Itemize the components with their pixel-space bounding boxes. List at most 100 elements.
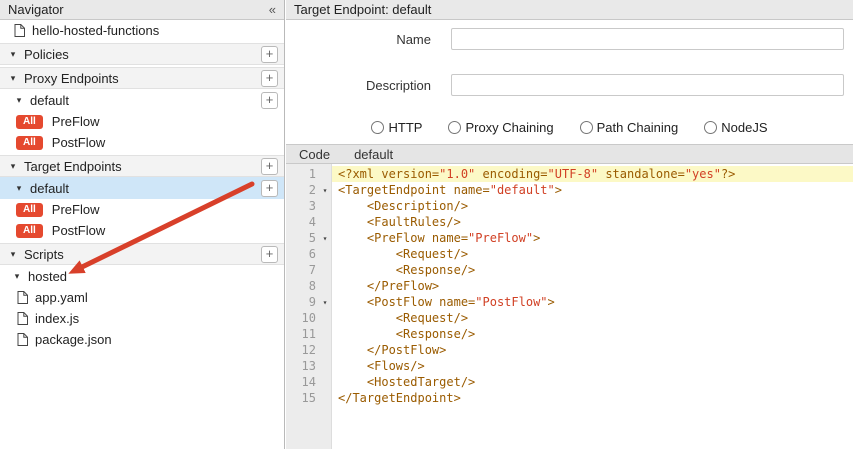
- radio-http[interactable]: HTTP: [371, 120, 422, 135]
- code-lines[interactable]: <?xml version="1.0" encoding="UTF-8" sta…: [332, 164, 853, 449]
- radio-nodejs[interactable]: NodeJS: [704, 120, 767, 135]
- main-header: Target Endpoint: default: [286, 0, 853, 20]
- script-file-app-yaml[interactable]: app.yaml: [0, 287, 284, 308]
- code-line[interactable]: <FaultRules/>: [332, 214, 853, 230]
- fold-toggle-icon[interactable]: ▾: [319, 234, 331, 243]
- condition-badge: All: [16, 136, 43, 150]
- radio-proxy-chaining-input[interactable]: [448, 121, 461, 134]
- name-input[interactable]: [451, 28, 844, 50]
- code-line[interactable]: <Response/>: [332, 262, 853, 278]
- add-proxy-endpoint-button[interactable]: +: [261, 70, 278, 87]
- scripts-folder-hosted-label: hosted: [28, 269, 67, 284]
- gutter-line: 3: [286, 198, 331, 214]
- section-target-endpoints[interactable]: ▾ Target Endpoints +: [0, 155, 284, 177]
- bundle-name: hello-hosted-functions: [32, 23, 159, 38]
- proxy-preflow-label: PreFlow: [52, 114, 100, 129]
- code-line[interactable]: <Request/>: [332, 246, 853, 262]
- code-line[interactable]: <PostFlow name="PostFlow">: [332, 294, 853, 310]
- gutter-line: 14: [286, 374, 331, 390]
- section-proxy-endpoints[interactable]: ▾ Proxy Endpoints +: [0, 67, 284, 89]
- main-panel: Target Endpoint: default Name Descriptio…: [286, 0, 853, 449]
- radio-proxy-chaining[interactable]: Proxy Chaining: [448, 120, 553, 135]
- collapse-navigator-button[interactable]: «: [269, 2, 276, 17]
- description-label: Description: [286, 78, 431, 93]
- target-preflow-label: PreFlow: [52, 202, 100, 217]
- code-line[interactable]: <Request/>: [332, 310, 853, 326]
- code-line[interactable]: <TargetEndpoint name="default">: [332, 182, 853, 198]
- proxy-preflow-item[interactable]: All PreFlow: [0, 111, 284, 132]
- file-icon: [17, 291, 28, 304]
- proxy-postflow-label: PostFlow: [52, 135, 105, 150]
- section-scripts[interactable]: ▾ Scripts +: [0, 243, 284, 265]
- code-line[interactable]: <HostedTarget/>: [332, 374, 853, 390]
- proxy-postflow-item[interactable]: All PostFlow: [0, 132, 284, 153]
- description-row: Description: [286, 74, 853, 96]
- proxy-endpoint-default-label: default: [30, 93, 69, 108]
- script-file-label: package.json: [35, 332, 112, 347]
- radio-path-chaining-input[interactable]: [580, 121, 593, 134]
- add-policy-button[interactable]: +: [261, 46, 278, 63]
- fold-toggle-icon[interactable]: ▾: [319, 298, 331, 307]
- gutter-line: 7: [286, 262, 331, 278]
- section-policies[interactable]: ▾ Policies +: [0, 43, 284, 65]
- target-preflow-item[interactable]: All PreFlow: [0, 199, 284, 220]
- scripts-folder-hosted[interactable]: ▾ hosted: [0, 265, 284, 287]
- target-postflow-item[interactable]: All PostFlow: [0, 220, 284, 241]
- bundle-icon: [14, 24, 25, 37]
- radio-nodejs-input[interactable]: [704, 121, 717, 134]
- script-file-label: app.yaml: [35, 290, 88, 305]
- nav-item-proxy-bundle[interactable]: hello-hosted-functions: [0, 20, 284, 41]
- gutter-line: 2▾: [286, 182, 331, 198]
- tab-code[interactable]: Code: [299, 147, 330, 162]
- condition-badge: All: [16, 203, 43, 217]
- gutter-line: 15: [286, 390, 331, 406]
- condition-badge: All: [16, 115, 43, 129]
- chevron-down-icon: ▾: [8, 161, 18, 172]
- add-script-button[interactable]: +: [261, 246, 278, 263]
- section-policies-label: Policies: [24, 47, 69, 62]
- code-line[interactable]: </TargetEndpoint>: [332, 390, 853, 406]
- gutter-line: 6: [286, 246, 331, 262]
- radio-nodejs-label: NodeJS: [721, 120, 767, 135]
- section-scripts-label: Scripts: [24, 247, 64, 262]
- description-input[interactable]: [451, 74, 844, 96]
- code-line[interactable]: <Flows/>: [332, 358, 853, 374]
- endpoint-form: Name Description HTTP Proxy Chaining P: [286, 20, 853, 144]
- code-line[interactable]: </PostFlow>: [332, 342, 853, 358]
- add-proxy-flow-button[interactable]: +: [261, 92, 278, 109]
- navigator-title: Navigator: [8, 2, 64, 17]
- add-target-endpoint-button[interactable]: +: [261, 158, 278, 175]
- code-line[interactable]: <Description/>: [332, 198, 853, 214]
- code-line[interactable]: <Response/>: [332, 326, 853, 342]
- app-window: Navigator « hello-hosted-functions ▾ Pol…: [0, 0, 853, 449]
- code-gutter: 12▾345▾6789▾101112131415: [286, 164, 332, 449]
- code-line[interactable]: <?xml version="1.0" encoding="UTF-8" sta…: [332, 166, 853, 182]
- chevron-down-icon: ▾: [14, 183, 24, 194]
- code-file-name: default: [354, 147, 393, 162]
- proxy-endpoint-default[interactable]: ▾ default +: [0, 89, 284, 111]
- name-row: Name: [286, 28, 853, 50]
- script-file-package-json[interactable]: package.json: [0, 329, 284, 350]
- gutter-line: 10: [286, 310, 331, 326]
- navigator-header: Navigator «: [0, 0, 284, 20]
- target-endpoint-default-label: default: [30, 181, 69, 196]
- navigator-panel: Navigator « hello-hosted-functions ▾ Pol…: [0, 0, 285, 449]
- gutter-line: 5▾: [286, 230, 331, 246]
- add-target-flow-button[interactable]: +: [261, 180, 278, 197]
- chevron-down-icon: ▾: [14, 95, 24, 106]
- radio-http-label: HTTP: [388, 120, 422, 135]
- code-line[interactable]: <PreFlow name="PreFlow">: [332, 230, 853, 246]
- chevron-down-icon: ▾: [8, 49, 18, 60]
- chevron-down-icon: ▾: [8, 73, 18, 84]
- gutter-line: 4: [286, 214, 331, 230]
- code-line[interactable]: </PreFlow>: [332, 278, 853, 294]
- fold-toggle-icon[interactable]: ▾: [319, 186, 331, 195]
- gutter-line: 13: [286, 358, 331, 374]
- target-endpoint-default[interactable]: ▾ default +: [0, 177, 284, 199]
- code-editor[interactable]: 12▾345▾6789▾101112131415 <?xml version="…: [286, 164, 853, 449]
- radio-http-input[interactable]: [371, 121, 384, 134]
- radio-path-chaining[interactable]: Path Chaining: [580, 120, 679, 135]
- script-file-index-js[interactable]: index.js: [0, 308, 284, 329]
- file-icon: [17, 312, 28, 325]
- page-title: Target Endpoint: default: [294, 2, 431, 17]
